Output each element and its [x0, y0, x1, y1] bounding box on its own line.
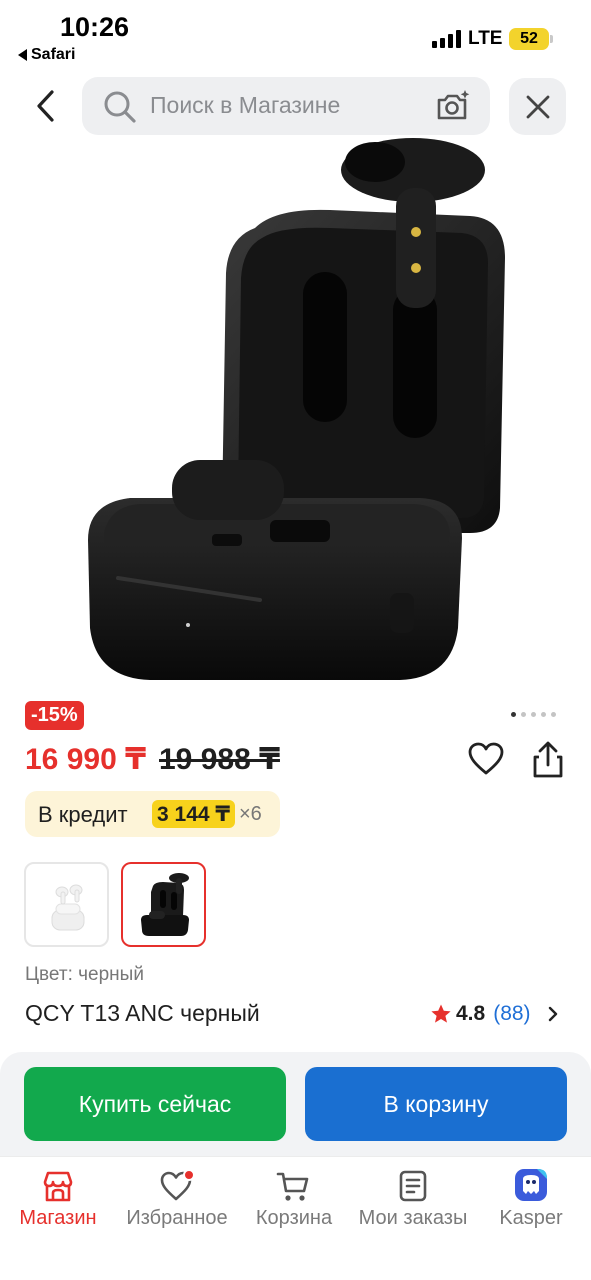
chevron-left-icon — [37, 90, 54, 122]
back-triangle-icon — [18, 49, 27, 61]
back-to-app-link[interactable]: Safari — [18, 46, 75, 64]
tab-label: Kasper — [499, 1207, 563, 1229]
tab-label: Избранное — [126, 1207, 228, 1229]
cart-icon — [276, 1172, 309, 1201]
variant-black-thumbnail[interactable] — [121, 862, 206, 947]
star-icon — [431, 1004, 451, 1023]
search-bar[interactable]: Поиск в Магазине — [82, 77, 490, 135]
gallery-dot — [521, 712, 526, 717]
gallery-dot — [511, 712, 516, 717]
tab-label: Мои заказы — [358, 1207, 468, 1229]
product-title: QCY T13 ANC черный — [25, 1000, 260, 1026]
black-earbuds-image — [140, 872, 189, 936]
credit-label: В кредит — [38, 802, 128, 827]
buy-now-button[interactable]: Купить сейчас — [24, 1067, 286, 1141]
close-button[interactable] — [509, 78, 566, 135]
back-app-label: Safari — [31, 46, 76, 63]
tab-kasper[interactable]: Kasper — [494, 1157, 568, 1237]
tab-orders[interactable]: Мои заказы — [356, 1157, 470, 1237]
gallery-dots — [511, 712, 556, 717]
credit-months: ×6 — [239, 803, 262, 825]
tab-shop[interactable]: Магазин — [10, 1157, 106, 1237]
rating-link[interactable]: 4.8 (88) — [430, 1002, 563, 1026]
kasper-icon — [515, 1169, 547, 1201]
review-count: (88) — [493, 1002, 531, 1025]
old-price: 19 988 ₸ — [159, 743, 280, 776]
credit-offer[interactable]: В кредит 3 144 ₸ ×6 — [25, 791, 280, 837]
rating-value: 4.8 — [456, 1002, 486, 1025]
discount-badge: -15% — [25, 701, 84, 730]
signal-icon — [432, 30, 461, 48]
search-icon — [104, 91, 136, 123]
white-earbuds-image — [51, 884, 84, 930]
battery-icon: 52 — [509, 28, 549, 50]
status-bar: 10:26 Safari LTE 52 — [0, 0, 591, 72]
share-button[interactable] — [528, 740, 568, 785]
orders-icon — [399, 1170, 427, 1202]
current-price: 16 990 ₸ — [25, 743, 146, 776]
back-button[interactable] — [24, 82, 68, 130]
network-label: LTE — [468, 28, 503, 49]
close-icon — [526, 95, 549, 118]
shop-icon — [43, 1171, 73, 1202]
gallery-dot — [541, 712, 546, 717]
tab-favorites[interactable]: Избранное — [120, 1157, 234, 1237]
tab-label: Магазин — [19, 1207, 97, 1229]
variant-white-thumbnail[interactable] — [24, 862, 109, 947]
add-to-cart-button[interactable]: В корзину — [305, 1067, 567, 1141]
bottom-tab-bar: Магазин Избранное Корзина Мои заказы Kas… — [0, 1156, 591, 1280]
gallery-dot — [551, 712, 556, 717]
tab-label: Корзина — [255, 1207, 333, 1229]
camera-search-icon[interactable] — [434, 87, 472, 125]
favorite-button[interactable] — [467, 740, 505, 783]
tab-cart[interactable]: Корзина — [248, 1157, 340, 1237]
battery-level: 52 — [520, 30, 538, 47]
product-image-earbuds[interactable] — [0, 138, 591, 698]
heart-icon — [160, 1169, 195, 1201]
chevron-right-icon — [548, 1006, 557, 1022]
search-input[interactable]: Поиск в Магазине — [150, 92, 340, 119]
status-time: 10:26 — [60, 12, 130, 42]
color-label: Цвет: черный — [25, 964, 144, 985]
gallery-dot — [531, 712, 536, 717]
share-icon — [533, 741, 563, 778]
credit-amount: 3 144 ₸ — [152, 800, 235, 828]
battery-tip — [550, 35, 553, 43]
heart-icon — [468, 742, 504, 775]
